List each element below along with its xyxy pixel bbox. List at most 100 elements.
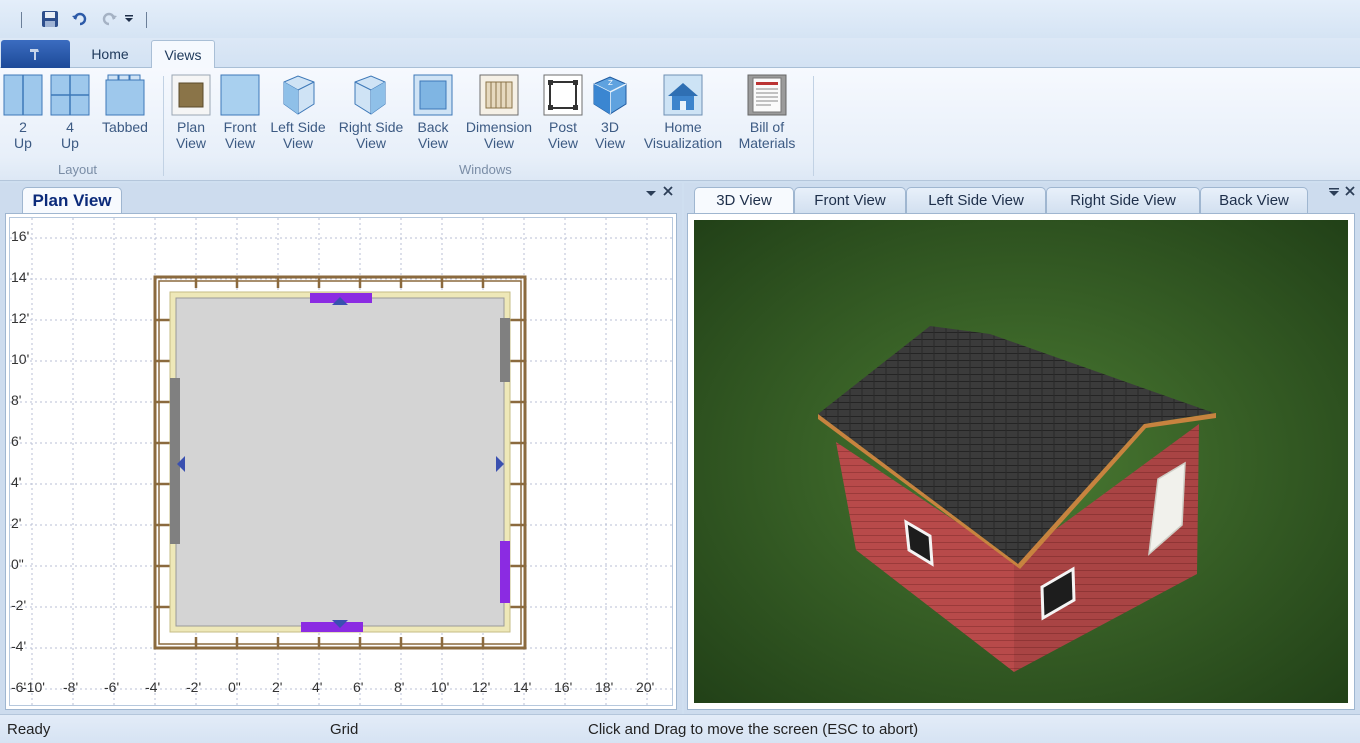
back-view-icon [413,74,453,116]
front-view-button[interactable]: Front View [219,74,261,151]
plan-drawing [10,218,672,705]
toolbar-separator [146,12,147,28]
panel-menu-button[interactable] [1328,187,1340,203]
close-icon [663,186,673,196]
bill-of-materials-button[interactable]: Bill of Materials [734,74,800,151]
four-up-label-2: Up [61,135,79,151]
tab-plan-view[interactable]: Plan View [22,187,122,213]
left-side-view-button[interactable]: Left Side View [270,74,326,151]
bill-of-materials-label-1: Bill of [749,119,785,135]
x-label: 8' [394,679,405,695]
svg-text:Z: Z [608,79,613,87]
y-label: 6' [11,433,22,449]
front-view-label-1: Front [223,119,257,135]
right-side-view-button[interactable]: Right Side View [338,74,404,151]
x-label: 16' [554,679,573,695]
tabbed-layout-button[interactable]: Tabbed [100,74,150,135]
y-label: 2' [11,515,22,531]
tab-front-view[interactable]: Front View [794,187,906,213]
dimension-view-label-1: Dimension [465,119,533,135]
tabbed-icon [105,74,145,116]
y-label: 8' [11,392,22,408]
y-label: -2' [11,597,27,613]
dimension-view-icon [479,74,519,116]
customize-toolbar-button[interactable] [121,9,137,29]
right-side-view-label-2: View [355,135,387,151]
plan-view-label-1: Plan [176,119,206,135]
x-label: 6' [353,679,364,695]
y-label: 4' [11,474,22,490]
tab-back-view[interactable]: Back View [1200,187,1308,213]
application-menu-button[interactable] [1,40,70,68]
window-bottom[interactable] [301,622,363,632]
two-up-label-2: Up [14,135,32,151]
home-visualization-button[interactable]: Home Visualization [640,74,726,151]
house-icon [663,74,703,116]
back-view-label-1: Back [417,119,449,135]
two-up-icon [3,74,43,116]
save-icon [42,11,58,27]
post-view-button[interactable]: Post View [542,74,584,151]
y-label: -4' [11,638,27,654]
home-visualization-label-2: Visualization [643,135,723,151]
plan-view-icon [171,74,211,116]
dimension-view-label-2: View [483,135,515,151]
plan-view-label-2: View [175,135,207,151]
save-button[interactable] [40,9,60,29]
document-list-icon [747,74,787,116]
post-view-label-1: Post [548,119,577,135]
panel-close-button[interactable] [1344,185,1356,201]
post-view-icon [543,74,583,116]
tab-3d-view[interactable]: 3D View [694,187,794,213]
status-hint: Click and Drag to move the screen (ESC t… [588,721,919,738]
plan-view-button[interactable]: Plan View [170,74,212,151]
y-label: 14' [11,269,30,285]
3d-view-button[interactable]: Z 3D View [589,74,631,151]
x-label: 2' [272,679,283,695]
undo-button[interactable] [70,9,90,29]
toolbar-separator [21,12,22,28]
front-view-label-2: View [224,135,256,151]
tabbed-label: Tabbed [102,119,148,135]
x-label: -4' [145,679,161,695]
3d-viewport-frame [687,213,1355,710]
windows-group-label: Windows [459,162,512,177]
plan-canvas[interactable]: 16' 14' 12' 10' 8' 6' 4' 2' 0" -2' -4' -… [9,217,673,706]
group-separator [813,76,814,176]
ribbon-panel: 2 Up 4 Up Tabbed Layout Plan View Front … [0,68,1360,181]
tab-views[interactable]: Views [151,40,215,69]
left-side-view-icon [278,74,318,116]
x-label: -8' [63,679,79,695]
four-up-label-1: 4 [66,119,74,135]
bill-of-materials-label-2: Materials [738,135,796,151]
y-label: 10' [11,351,30,367]
layout-group-label: Layout [58,162,98,177]
door-right-top[interactable] [500,318,510,382]
two-up-label-1: 2 [19,119,27,135]
x-label: -2' [186,679,202,695]
left-side-view-label-2: View [282,135,314,151]
panel-close-button[interactable] [662,185,674,201]
door-left[interactable] [170,378,180,544]
window-right[interactable] [500,541,510,603]
post-view-label-2: View [547,135,579,151]
home-visualization-label-1: Home [664,119,702,135]
status-ready: Ready [7,721,51,738]
close-icon [1345,186,1355,196]
dimension-view-button[interactable]: Dimension View [464,74,534,151]
tab-right-side-view[interactable]: Right Side View [1046,187,1200,213]
panel-menu-button[interactable] [645,187,657,203]
two-up-layout-button[interactable]: 2 Up [3,74,43,151]
floor-area[interactable] [175,297,505,627]
3d-viewport[interactable] [688,214,1354,709]
x-label: -10' [22,679,45,695]
hammer-icon [29,49,39,60]
four-up-layout-button[interactable]: 4 Up [50,74,90,151]
x-label: 4' [312,679,323,695]
plan-canvas-frame: 16' 14' 12' 10' 8' 6' 4' 2' 0" -2' -4' -… [5,213,677,710]
tab-home[interactable]: Home [78,40,142,68]
tab-left-side-view[interactable]: Left Side View [906,187,1046,213]
back-view-button[interactable]: Back View [412,74,454,151]
redo-button[interactable] [99,9,119,29]
x-axis-labels: -10' -8' -6' -4' -2' 0" 2' 4' 6' 8' 10' … [10,679,672,699]
